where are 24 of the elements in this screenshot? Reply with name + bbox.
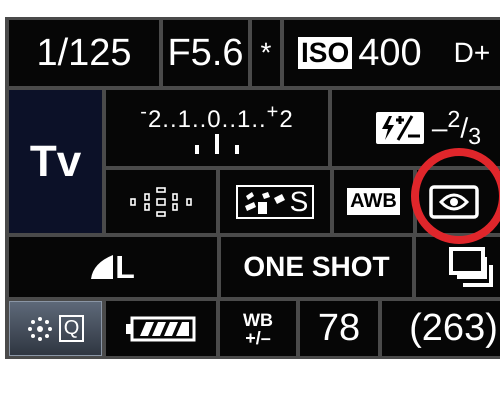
- quick-control-button[interactable]: Q: [9, 301, 102, 356]
- bracket-mark: [234, 144, 239, 154]
- fe-lock-indicator: *: [260, 37, 272, 69]
- bracket-mark: [194, 144, 199, 154]
- flash-compensation-icon: [376, 112, 424, 144]
- exposure-scale: $^{-}$2..1..0..1..$^{+}$2: [140, 100, 294, 134]
- image-quality[interactable]: L: [115, 248, 135, 286]
- drive-mode-icon[interactable]: [448, 247, 492, 287]
- flash-compensation-value[interactable]: –$^{2}$/$_{3}$: [432, 106, 482, 150]
- wb-shift-button[interactable]: WB +/–: [220, 301, 296, 356]
- metering-icon[interactable]: [429, 184, 479, 218]
- quality-icon: [91, 255, 114, 279]
- wb-preset-badge[interactable]: AWB: [347, 188, 400, 215]
- af-points-icon[interactable]: [130, 186, 192, 216]
- battery-icon: [126, 316, 196, 342]
- picture-style-letter: S: [290, 188, 308, 216]
- max-burst: 78: [318, 307, 360, 350]
- shots-remaining: (263): [409, 307, 498, 350]
- multi-controller-icon: [26, 316, 53, 342]
- picture-style-badge[interactable]: S: [236, 184, 314, 218]
- iso-label: ISO: [298, 36, 352, 70]
- shooting-mode[interactable]: Tv: [30, 136, 82, 186]
- iso-value[interactable]: 400: [358, 32, 422, 74]
- highlight-tone-indicator: D+: [454, 37, 490, 69]
